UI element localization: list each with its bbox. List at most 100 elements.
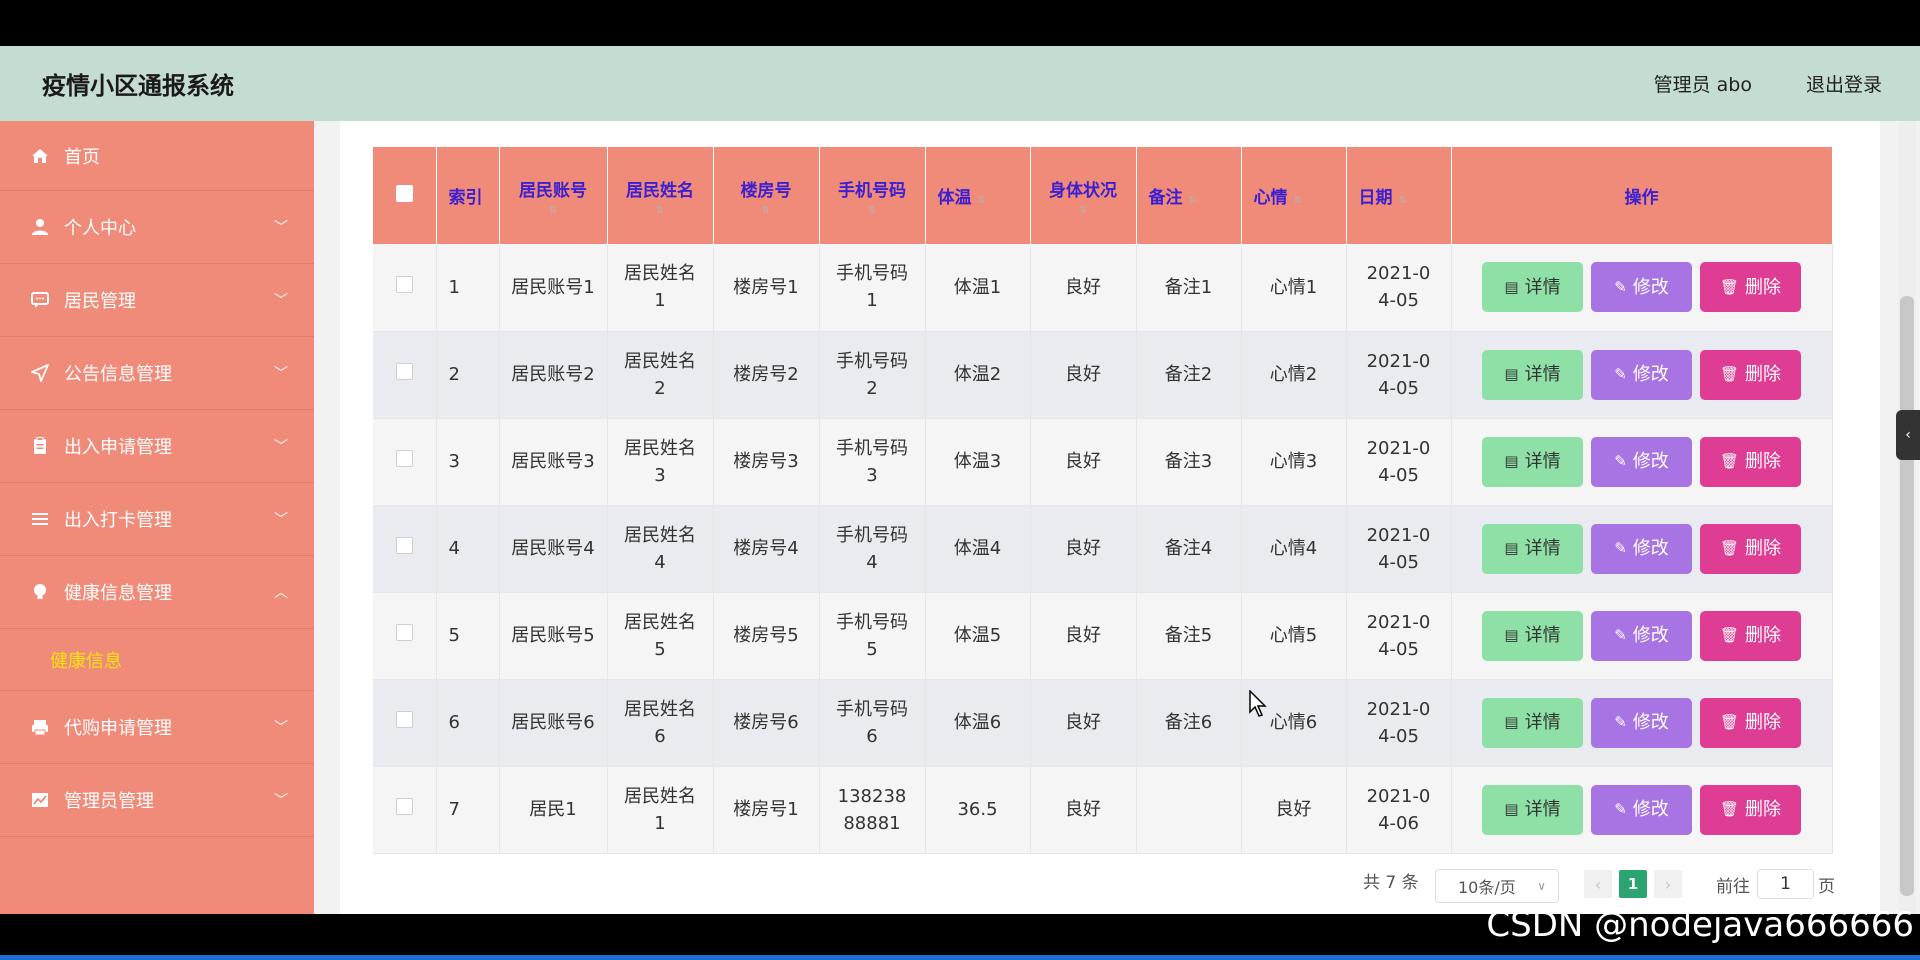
button-label: 删除: [1745, 712, 1782, 733]
pencil-icon: ✎: [1614, 277, 1627, 296]
edit-button[interactable]: ✎ 修改: [1591, 436, 1692, 487]
button-label: 详情: [1524, 276, 1561, 298]
checkbox[interactable]: [373, 331, 437, 419]
sort-icon[interactable]: ⇅: [1398, 195, 1406, 206]
cell-phone: 手机号码1: [819, 244, 926, 332]
checkbox[interactable]: [373, 766, 437, 854]
checkbox[interactable]: [373, 679, 437, 767]
detail-button[interactable]: ▤ 详情: [1482, 784, 1583, 835]
detail-button[interactable]: ▤ 详情: [1482, 349, 1583, 400]
col-label: 楼房号: [740, 180, 792, 201]
delete-button[interactable]: 🗑 删除: [1700, 697, 1801, 748]
sort-icon[interactable]: ⇅: [608, 205, 713, 216]
trash-icon: 🗑: [1719, 365, 1740, 383]
row-checkbox[interactable]: [395, 798, 413, 815]
row-checkbox[interactable]: [395, 275, 413, 293]
goto-page-input[interactable]: 1: [1757, 869, 1814, 899]
select-all-checkbox[interactable]: [395, 184, 413, 202]
document-icon: ▤: [1504, 452, 1519, 470]
sort-icon[interactable]: ⇅: [714, 205, 819, 216]
top-header: 疫情小区通报系统 管理员 abo 退出登录: [0, 46, 1920, 121]
delete-button[interactable]: 🗑 删除: [1700, 784, 1801, 835]
sort-icon[interactable]: ⇅: [500, 205, 607, 216]
row-checkbox[interactable]: [395, 711, 413, 728]
detail-button[interactable]: ▤ 详情: [1482, 697, 1583, 748]
col-mood[interactable]: 心情 ⇅: [1241, 147, 1347, 244]
col-building[interactable]: 楼房号 ⇅: [713, 147, 820, 244]
sort-icon[interactable]: ⇅: [977, 195, 985, 206]
next-page-button[interactable]: ›: [1654, 870, 1682, 898]
cell-account: 居民账号5: [499, 592, 608, 680]
edit-button[interactable]: ✎ 修改: [1591, 610, 1692, 661]
sidebar-item-health[interactable]: 健康信息管理 ︿: [0, 556, 314, 629]
sort-icon[interactable]: ⇅: [820, 205, 925, 216]
bottom-progress-bar: [0, 955, 1920, 960]
checkbox[interactable]: [373, 418, 437, 506]
col-index: 索引: [436, 147, 500, 244]
chevron-down-icon: ﹀: [274, 220, 288, 236]
col-status[interactable]: 身体状况 ⇅: [1030, 147, 1137, 244]
cell-note: 备注2: [1136, 331, 1242, 419]
row-checkbox[interactable]: [395, 450, 413, 467]
select-all-cell[interactable]: [373, 147, 437, 244]
detail-button[interactable]: ▤ 详情: [1482, 436, 1583, 487]
sidebar-item-admin[interactable]: 管理员管理 ﹀: [0, 764, 314, 837]
trash-icon: 🗑: [1719, 626, 1740, 644]
side-collapse-tab[interactable]: ‹: [1896, 410, 1920, 460]
table-row: 6 居民账号6 居民姓名6 楼房号6 手机号码6 体温6 良好 备注6 心情6 2021-04-0…: [373, 679, 1833, 767]
page-size-select[interactable]: 10条/页 ∨: [1435, 869, 1559, 903]
sidebar: 首页 个人中心 ﹀ 居民管理 ﹀ 公告信息管理 ﹀ 出入申请管理 ﹀ 出入打卡管…: [0, 121, 314, 914]
checkbox[interactable]: [373, 592, 437, 680]
button-label: 删除: [1745, 799, 1782, 820]
sidebar-item-checkin[interactable]: 出入打卡管理 ﹀: [0, 483, 314, 556]
sidebar-item-label: 出入打卡管理: [64, 510, 172, 531]
cell-building: 楼房号3: [713, 418, 820, 506]
sort-icon[interactable]: ⇅: [1188, 195, 1196, 206]
sort-icon[interactable]: ⇅: [1031, 205, 1136, 216]
cell-temp: 体温6: [925, 679, 1031, 767]
sidebar-item-personal-center[interactable]: 个人中心 ﹀: [0, 191, 314, 264]
col-note[interactable]: 备注 ⇅: [1136, 147, 1242, 244]
col-phone[interactable]: 手机号码 ⇅: [819, 147, 926, 244]
delete-button[interactable]: 🗑 删除: [1700, 523, 1801, 574]
sidebar-item-purchase[interactable]: 代购申请管理 ﹀: [0, 691, 314, 764]
checkbox[interactable]: [373, 505, 437, 593]
delete-button[interactable]: 🗑 删除: [1700, 436, 1801, 487]
detail-button[interactable]: ▤ 详情: [1482, 262, 1583, 313]
row-checkbox[interactable]: [395, 363, 413, 380]
edit-button[interactable]: ✎ 修改: [1591, 523, 1692, 574]
edit-button[interactable]: ✎ 修改: [1591, 784, 1692, 835]
mouse-cursor-icon: [1249, 689, 1269, 722]
detail-button[interactable]: ▤ 详情: [1482, 610, 1583, 661]
page-number-button[interactable]: 1: [1619, 870, 1647, 898]
sidebar-item-access-requests[interactable]: 出入申请管理 ﹀: [0, 410, 314, 483]
actions: ▤ 详情 ✎ 修改 🗑 删除: [1451, 766, 1833, 854]
row-checkbox[interactable]: [395, 537, 413, 554]
edit-button[interactable]: ✎ 修改: [1591, 697, 1692, 748]
delete-button[interactable]: 🗑 删除: [1700, 610, 1801, 661]
col-label: 居民账号: [519, 180, 587, 201]
sort-icon[interactable]: ⇅: [1293, 195, 1301, 206]
delete-button[interactable]: 🗑 删除: [1700, 349, 1801, 400]
vertical-scrollbar[interactable]: [1898, 121, 1916, 914]
logout-button[interactable]: 退出登录: [1806, 70, 1882, 97]
sidebar-subitem-health-info[interactable]: 健康信息: [0, 629, 314, 691]
actions: ▤ 详情 ✎ 修改 🗑 删除: [1451, 592, 1833, 680]
col-name[interactable]: 居民姓名 ⇅: [607, 147, 714, 244]
col-account[interactable]: 居民账号 ⇅: [499, 147, 608, 244]
delete-button[interactable]: 🗑 删除: [1700, 262, 1801, 313]
sidebar-item-residents[interactable]: 居民管理 ﹀: [0, 264, 314, 337]
edit-button[interactable]: ✎ 修改: [1591, 262, 1692, 313]
cell-mood: 心情3: [1241, 418, 1347, 506]
sidebar-item-home[interactable]: 首页: [0, 121, 314, 191]
checkbox[interactable]: [373, 244, 437, 332]
scrollbar-thumb[interactable]: [1900, 296, 1914, 896]
sidebar-item-announcements[interactable]: 公告信息管理 ﹀: [0, 337, 314, 410]
row-checkbox[interactable]: [395, 624, 413, 641]
detail-button[interactable]: ▤ 详情: [1482, 523, 1583, 574]
col-date[interactable]: 日期 ⇅: [1346, 147, 1452, 244]
col-temp[interactable]: 体温 ⇅: [925, 147, 1031, 244]
prev-page-button[interactable]: ‹: [1584, 870, 1612, 898]
edit-button[interactable]: ✎ 修改: [1591, 349, 1692, 400]
col-label: 体温: [937, 188, 972, 208]
